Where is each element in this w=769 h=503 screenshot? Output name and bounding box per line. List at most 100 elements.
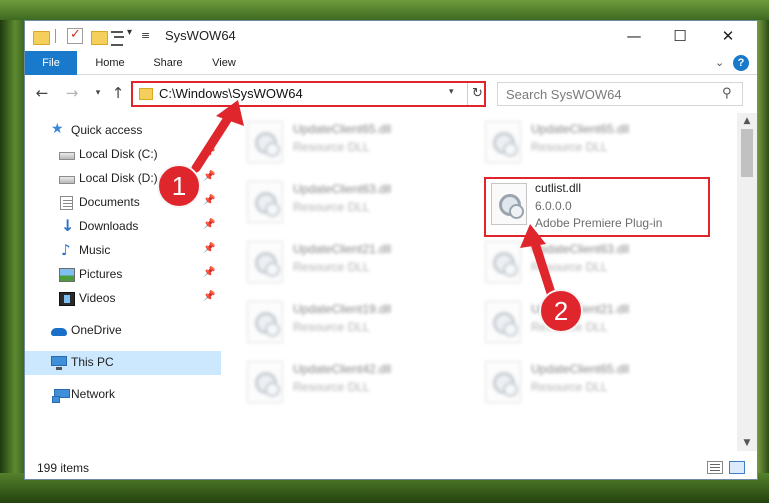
ribbon-tabs: File Home Share View ⌄ ? — [25, 51, 757, 75]
callout-step-2: 2 — [539, 289, 583, 333]
sidebar-item-quick-access[interactable]: Quick access — [25, 119, 221, 143]
search-input[interactable]: Search SysWOW64 ⚲ — [497, 82, 743, 106]
sidebar-item-label: Quick access — [71, 123, 143, 137]
highlight-box — [484, 177, 710, 237]
music-icon — [59, 241, 75, 259]
dll-file-icon — [485, 241, 521, 283]
file-description: Resource DLL — [293, 260, 370, 274]
pin-icon[interactable]: 📌 — [203, 171, 215, 182]
dll-file-icon — [485, 301, 521, 343]
window-title: SysWOW64 — [165, 28, 236, 43]
address-bar[interactable]: C:\Windows\SysWOW64 ▾ ↻ — [131, 81, 486, 107]
pin-icon[interactable]: 📌 — [203, 195, 215, 206]
folder-icon — [139, 88, 153, 100]
properties-icon[interactable] — [67, 27, 83, 44]
file-name: UpdateClient19.dll — [293, 302, 392, 316]
sidebar-item-network[interactable]: Network — [25, 383, 221, 407]
file-description: Resource DLL — [293, 320, 370, 334]
recent-locations-button[interactable]: ▾ — [87, 82, 109, 104]
search-icon[interactable]: ⚲ — [722, 86, 732, 101]
large-icons-view-icon[interactable] — [729, 461, 745, 474]
sidebar-item-label: Local Disk (D:) — [79, 171, 158, 185]
file-item[interactable]: UpdateClient65.dll Resource DLL — [463, 117, 695, 169]
file-description: Resource DLL — [293, 380, 370, 394]
sidebar-item-videos[interactable]: Videos 📌 — [25, 287, 221, 311]
file-list: UpdateClient65.dll Resource DLL UpdateCl… — [225, 113, 737, 451]
sidebar-item-label: Pictures — [79, 267, 123, 281]
file-item[interactable]: UpdateClient65.dll Resource DLL — [463, 357, 695, 409]
disk-icon — [59, 152, 75, 160]
quick-access-dropdown-icon[interactable]: ≡ — [141, 29, 150, 42]
forward-button[interactable]: → — [61, 82, 83, 104]
address-dropdown-icon[interactable]: ▾ — [449, 87, 454, 97]
scroll-thumb[interactable] — [741, 129, 753, 177]
title-bar: ▾ ≡ SysWOW64 — ☐ ✕ — [25, 21, 757, 51]
dll-file-icon — [247, 301, 283, 343]
navigation-bar: ← → ▾ ↑ C:\Windows\SysWOW64 ▾ ↻ Search S… — [25, 77, 757, 111]
downloads-icon — [59, 216, 75, 235]
sidebar-item-label: OneDrive — [71, 323, 122, 337]
back-button[interactable]: ← — [31, 82, 53, 104]
file-description: Resource DLL — [531, 260, 608, 274]
pin-icon[interactable]: 📌 — [203, 219, 215, 230]
sidebar-item-label: Network — [71, 387, 116, 401]
vertical-scrollbar[interactable]: ▲ ▼ — [737, 113, 757, 451]
this-pc-icon — [51, 356, 67, 370]
navigation-pane: Quick access Local Disk (C:) 📌 Local Dis… — [25, 113, 221, 451]
dll-file-icon — [247, 361, 283, 403]
sidebar-item-label: Music — [79, 243, 111, 257]
sidebar-item-downloads[interactable]: Downloads 📌 — [25, 215, 221, 239]
status-bar: 199 items — [25, 457, 757, 479]
file-item[interactable]: UpdateClient21.dll Resource DLL — [225, 237, 457, 289]
network-icon — [52, 389, 70, 403]
sidebar-item-local-disk-c[interactable]: Local Disk (C:) 📌 — [25, 143, 221, 167]
onedrive-icon — [51, 324, 67, 338]
new-folder-icon[interactable] — [91, 28, 108, 45]
sidebar-item-music[interactable]: Music 📌 — [25, 239, 221, 263]
sidebar-item-label: Documents — [79, 195, 140, 209]
dll-file-icon — [247, 241, 283, 283]
up-button[interactable]: ↑ — [107, 82, 129, 104]
customize-toolbar-icon[interactable]: ▾ — [127, 27, 132, 38]
tab-view[interactable]: View — [199, 51, 249, 75]
sidebar-item-this-pc[interactable]: This PC — [25, 351, 221, 375]
dll-file-icon — [247, 181, 283, 223]
tab-share[interactable]: Share — [143, 51, 193, 75]
close-button[interactable]: ✕ — [705, 21, 751, 51]
file-name: UpdateClient21.dll — [293, 242, 392, 256]
documents-icon — [60, 196, 73, 210]
file-name: UpdateClient65.dll — [531, 362, 630, 376]
tab-file[interactable]: File — [25, 51, 77, 75]
sidebar-item-label: Videos — [79, 291, 116, 305]
dll-file-icon — [485, 361, 521, 403]
minimize-button[interactable]: — — [611, 21, 657, 51]
expand-ribbon-icon[interactable]: ⌄ — [715, 56, 724, 69]
scroll-up-icon[interactable]: ▲ — [737, 113, 757, 129]
pin-icon[interactable]: 📌 — [203, 147, 215, 158]
separator — [55, 29, 56, 43]
videos-icon — [59, 292, 75, 306]
maximize-button[interactable]: ☐ — [657, 21, 703, 51]
address-path[interactable]: C:\Windows\SysWOW64 — [159, 86, 303, 101]
view-options-icon[interactable] — [111, 28, 127, 46]
file-name: UpdateClient65.dll — [293, 122, 392, 136]
pin-icon[interactable]: 📌 — [203, 267, 215, 278]
sidebar-item-pictures[interactable]: Pictures 📌 — [25, 263, 221, 287]
dll-file-icon — [247, 121, 283, 163]
folder-icon — [33, 28, 50, 45]
refresh-button[interactable]: ↻ — [467, 83, 487, 105]
file-item[interactable]: UpdateClient63.dll Resource DLL — [463, 237, 695, 289]
file-item[interactable]: UpdateClient63.dll Resource DLL — [225, 177, 457, 229]
file-item[interactable]: UpdateClient65.dll Resource DLL — [225, 117, 457, 169]
pin-icon[interactable]: 📌 — [203, 243, 215, 254]
help-icon[interactable]: ? — [733, 55, 749, 71]
tab-home[interactable]: Home — [85, 51, 135, 75]
scroll-down-icon[interactable]: ▼ — [737, 435, 757, 451]
sidebar-item-onedrive[interactable]: OneDrive — [25, 319, 221, 343]
details-view-icon[interactable] — [707, 461, 723, 474]
sidebar-item-label: Downloads — [79, 219, 139, 233]
file-item[interactable]: UpdateClient42.dll Resource DLL — [225, 357, 457, 409]
file-item[interactable]: UpdateClient19.dll Resource DLL — [225, 297, 457, 349]
pin-icon[interactable]: 📌 — [203, 291, 215, 302]
star-icon — [51, 121, 67, 138]
